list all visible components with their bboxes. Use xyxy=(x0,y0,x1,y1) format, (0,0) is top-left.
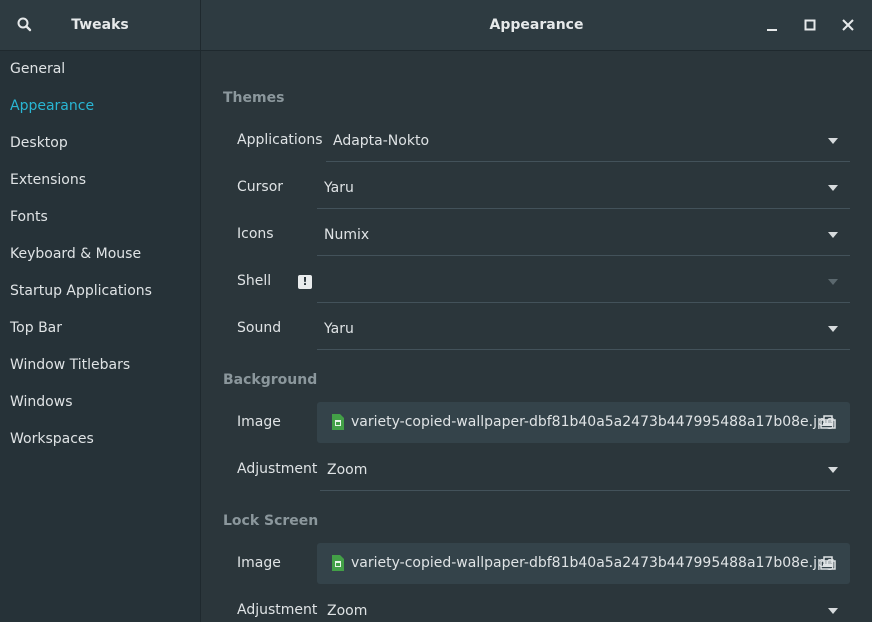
background-adjustment-dropdown[interactable]: Zoom xyxy=(320,450,850,491)
cursor-theme-value: Yaru xyxy=(324,180,354,196)
header-sidebar-section: Tweaks xyxy=(0,0,201,50)
sound-theme-value: Yaru xyxy=(324,321,354,337)
image-file-icon xyxy=(332,414,344,430)
appearance-panel: Themes Applications Adapta-Nokto Cursor … xyxy=(201,51,872,622)
tweaks-window: Tweaks Appearance General Appearance Des… xyxy=(0,0,872,622)
sidebar-item-startup-applications[interactable]: Startup Applications xyxy=(0,273,200,310)
sidebar: General Appearance Desktop Extensions Fo… xyxy=(0,51,201,622)
section-title-themes: Themes xyxy=(223,90,285,106)
sound-theme-dropdown[interactable]: Yaru xyxy=(317,309,850,350)
background-image-chooser[interactable]: variety-copied-wallpaper-dbf81b40a5a2473… xyxy=(317,402,850,443)
sidebar-item-top-bar[interactable]: Top Bar xyxy=(0,310,200,347)
sidebar-item-fonts[interactable]: Fonts xyxy=(0,199,200,236)
close-button[interactable] xyxy=(836,13,860,37)
section-title-background: Background xyxy=(223,372,318,388)
icons-label: Icons xyxy=(237,226,274,242)
image-file-icon xyxy=(332,555,344,571)
lock-screen-adjustment-value: Zoom xyxy=(327,603,368,619)
close-icon xyxy=(842,19,854,31)
minimize-icon xyxy=(767,29,777,31)
icons-theme-value: Numix xyxy=(324,227,370,243)
sidebar-item-windows[interactable]: Windows xyxy=(0,384,200,421)
sidebar-item-extensions[interactable]: Extensions xyxy=(0,162,200,199)
shell-label: Shell xyxy=(237,273,272,289)
section-title-lock-screen: Lock Screen xyxy=(223,513,319,529)
sidebar-item-window-titlebars[interactable]: Window Titlebars xyxy=(0,347,200,384)
chevron-down-icon xyxy=(828,185,838,191)
chevron-down-icon xyxy=(828,467,838,473)
sidebar-item-workspaces[interactable]: Workspaces xyxy=(0,421,200,458)
background-adjustment-label: Adjustment xyxy=(237,461,318,477)
header-bar: Tweaks Appearance xyxy=(0,0,872,51)
lock-screen-image-value: variety-copied-wallpaper-dbf81b40a5a2473… xyxy=(351,555,835,571)
lock-screen-adjustment-dropdown[interactable]: Zoom xyxy=(320,591,850,622)
cursor-theme-dropdown[interactable]: Yaru xyxy=(317,168,850,209)
chevron-down-icon xyxy=(828,279,838,285)
app-title: Tweaks xyxy=(71,17,129,33)
open-file-icon xyxy=(820,556,836,570)
chevron-down-icon xyxy=(828,326,838,332)
sidebar-item-desktop[interactable]: Desktop xyxy=(0,125,200,162)
maximize-button[interactable] xyxy=(798,13,822,37)
cursor-label: Cursor xyxy=(237,179,284,195)
chevron-down-icon xyxy=(828,232,838,238)
lock-screen-image-label: Image xyxy=(237,555,281,571)
warning-icon: ! xyxy=(298,275,312,289)
applications-theme-value: Adapta-Nokto xyxy=(333,133,430,149)
applications-label: Applications xyxy=(237,132,323,148)
open-file-icon xyxy=(820,415,836,429)
lock-screen-image-chooser[interactable]: variety-copied-wallpaper-dbf81b40a5a2473… xyxy=(317,543,850,584)
sidebar-item-general[interactable]: General xyxy=(0,51,200,88)
lock-screen-adjustment-label: Adjustment xyxy=(237,602,318,618)
background-image-value: variety-copied-wallpaper-dbf81b40a5a2473… xyxy=(351,414,835,430)
sidebar-item-keyboard-mouse[interactable]: Keyboard & Mouse xyxy=(0,236,200,273)
shell-theme-dropdown xyxy=(317,262,850,303)
maximize-icon xyxy=(804,19,816,31)
minimize-button[interactable] xyxy=(760,13,784,37)
icons-theme-dropdown[interactable]: Numix xyxy=(317,215,850,256)
chevron-down-icon xyxy=(828,138,838,144)
chevron-down-icon xyxy=(828,608,838,614)
search-button[interactable] xyxy=(14,14,36,36)
search-icon xyxy=(17,17,32,32)
background-adjustment-value: Zoom xyxy=(327,462,368,478)
sidebar-item-appearance[interactable]: Appearance xyxy=(0,88,200,125)
applications-theme-dropdown[interactable]: Adapta-Nokto xyxy=(326,121,850,162)
sound-label: Sound xyxy=(237,320,282,336)
background-image-label: Image xyxy=(237,414,281,430)
